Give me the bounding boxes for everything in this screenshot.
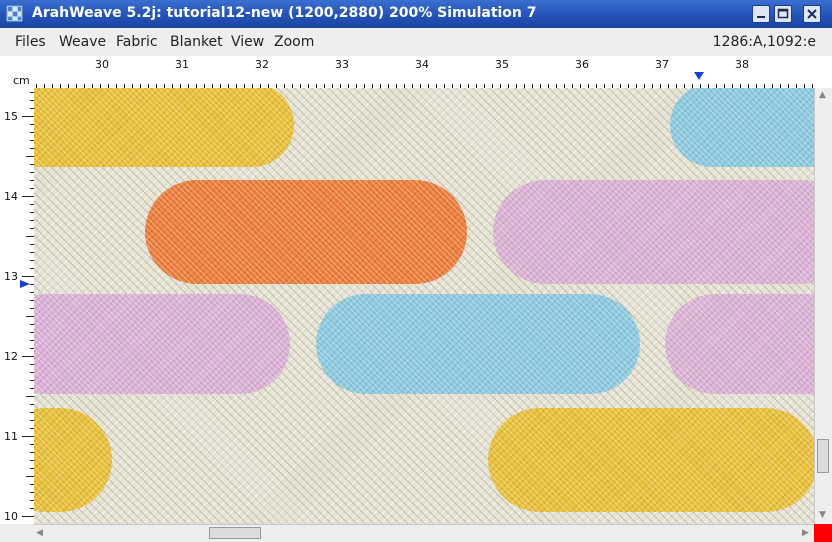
menu-bar: Files Weave Fabric Blanket View Zoom 128…	[0, 28, 832, 57]
ruler-label-12: 12	[4, 350, 18, 363]
current-color-swatch[interactable]	[814, 524, 832, 542]
close-button[interactable]	[803, 5, 821, 23]
motif-pink	[34, 294, 290, 394]
motif-yellow	[488, 408, 814, 512]
triangle-right-icon	[20, 280, 30, 288]
menu-zoom[interactable]: Zoom	[274, 34, 314, 50]
ruler-label-15: 15	[4, 110, 18, 123]
arahweave-grid-icon	[6, 5, 23, 22]
ruler-label-11: 11	[4, 430, 18, 443]
vertical-scroll-thumb[interactable]	[817, 438, 829, 473]
vertical-scrollbar[interactable]: ▲ ▼	[814, 88, 832, 524]
ruler-label-34: 34	[415, 58, 429, 71]
menu-files[interactable]: Files	[15, 34, 46, 50]
motif-pink	[493, 180, 814, 284]
scroll-right-icon[interactable]: ▶	[802, 528, 809, 538]
ruler-unit-label: cm	[13, 74, 30, 87]
horizontal-scrollbar[interactable]: ◀ ▶	[34, 524, 814, 542]
ruler-label-31: 31	[175, 58, 189, 71]
motif-pink	[665, 294, 814, 394]
menu-weave[interactable]: Weave	[59, 34, 106, 50]
title-bar[interactable]: ArahWeave 5.2j: tutorial12-new (1200,288…	[0, 0, 832, 28]
scroll-down-icon[interactable]: ▼	[819, 510, 826, 520]
ruler-label-10: 10	[4, 510, 18, 523]
menu-view[interactable]: View	[231, 34, 264, 50]
ruler-label-30: 30	[95, 58, 109, 71]
window-title: ArahWeave 5.2j: tutorial12-new (1200,288…	[32, 5, 537, 21]
ruler-label-33: 33	[335, 58, 349, 71]
motif-blue	[670, 88, 814, 167]
minimize-icon	[757, 16, 765, 18]
menu-blanket[interactable]: Blanket	[170, 34, 223, 50]
scroll-left-icon[interactable]: ◀	[36, 528, 43, 538]
motif-blue	[316, 294, 640, 394]
triangle-down-icon	[694, 72, 704, 80]
minimize-button[interactable]	[752, 5, 770, 23]
menu-fabric[interactable]: Fabric	[116, 34, 158, 50]
ruler-label-36: 36	[575, 58, 589, 71]
ruler-label-14: 14	[4, 190, 18, 203]
ruler-label-13: 13	[4, 270, 18, 283]
ruler-label-32: 32	[255, 58, 269, 71]
maximize-icon	[777, 8, 789, 19]
cursor-thread-readout: 1286:A,1092:e	[712, 34, 816, 50]
ruler-label-37: 37	[655, 58, 669, 71]
scroll-up-icon[interactable]: ▲	[819, 90, 826, 100]
motif-yellow	[34, 88, 294, 167]
arahweave-window: ArahWeave 5.2j: tutorial12-new (1200,288…	[0, 0, 832, 542]
fabric-simulation-canvas[interactable]	[34, 88, 814, 524]
motif-orange	[145, 180, 467, 284]
ruler-label-38: 38	[735, 58, 749, 71]
horizontal-scroll-thumb[interactable]	[209, 527, 261, 539]
vertical-ruler[interactable]	[0, 88, 34, 524]
ruler-label-35: 35	[495, 58, 509, 71]
close-icon	[807, 9, 817, 19]
maximize-button[interactable]	[774, 5, 792, 23]
vertical-ruler-ticks	[20, 92, 34, 517]
